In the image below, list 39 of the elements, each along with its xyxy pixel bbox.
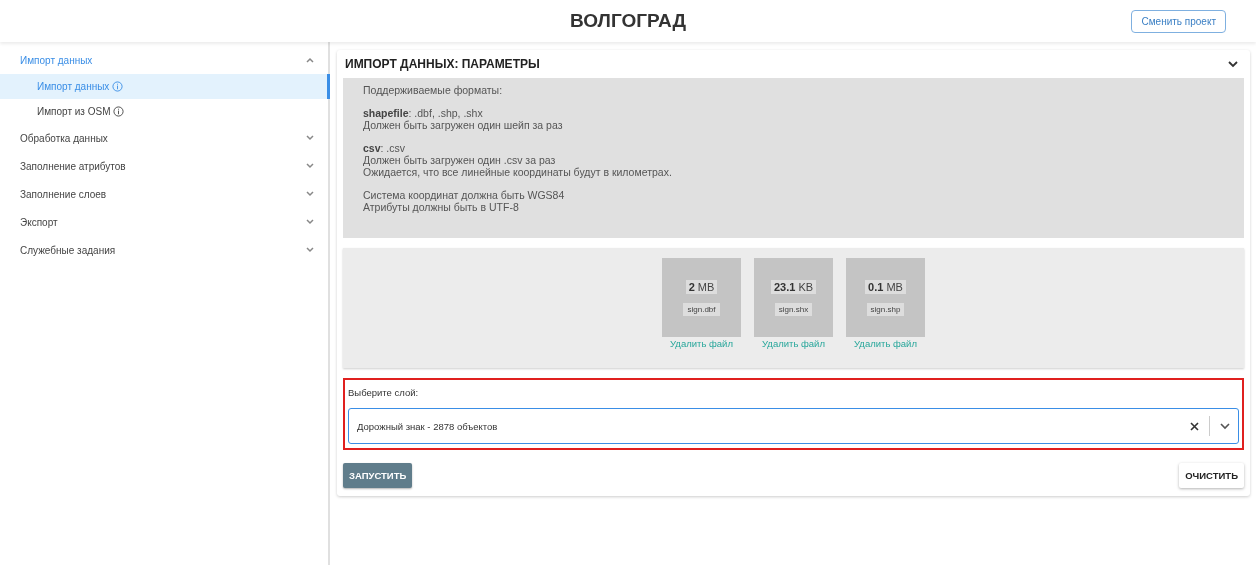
info-icon (112, 81, 124, 92)
chevron-icon (306, 163, 314, 169)
info-icon (113, 106, 125, 117)
run-button[interactable]: ЗАПУСТИТЬ (343, 463, 413, 488)
sidebar-group[interactable]: Импорт данных (0, 46, 328, 74)
info-text: csv: .csv (363, 142, 407, 154)
sidebar-group[interactable]: Обработка данных (0, 124, 328, 152)
file-name: sign.shp (866, 302, 905, 316)
layer-select[interactable]: Дорожный знак - 2878 объектов (348, 408, 1239, 444)
panel-header[interactable]: ИМПОРТ ДАННЫХ: ПАРАМЕТРЫ (343, 50, 1244, 78)
file-size: 2 MB (685, 279, 718, 294)
page-title: ВОЛГОГРАД (570, 10, 686, 32)
clear-button[interactable]: ОЧИСТИТЬ (1179, 463, 1244, 488)
chevron-icon[interactable] (1220, 422, 1230, 430)
file-name: sign.dbf (683, 302, 720, 316)
sidebar-group[interactable]: Заполнение слоев (0, 180, 328, 208)
sidebar-group[interactable]: Заполнение атрибутов (0, 152, 328, 180)
chevron-icon (1228, 60, 1238, 68)
info-text: Атрибуты должны быть в UTF-8 (363, 201, 520, 213)
file-name: sign.shx (774, 302, 813, 316)
sidebar-group[interactable]: Экспорт (0, 208, 328, 236)
info-text: Должен быть загружен один .csv за раз (363, 154, 557, 166)
chevron-icon (306, 247, 314, 253)
info-text: Должен быть загружен один шейп за раз (363, 119, 564, 131)
info-text: Ожидается, что все линейные координаты будут в километрах. (363, 166, 673, 178)
chevron-icon (306, 57, 314, 63)
info-text: Поддерживаемые форматы: (363, 84, 504, 96)
clear-icon[interactable] (1190, 421, 1199, 431)
chevron-icon (306, 219, 314, 225)
field-label: Выберите слой: (348, 387, 420, 398)
chevron-icon (306, 191, 314, 197)
change-project-button[interactable]: Сменить проект (1131, 10, 1226, 33)
chevron-icon (306, 135, 314, 141)
file-size: 0.1 MB (865, 279, 906, 294)
file-size: 23.1 KB (770, 279, 817, 294)
info-text: Система координат должна быть WGS84 (363, 189, 566, 201)
info-text: shapefile: .dbf, .shp, .shx (363, 107, 484, 119)
sidebar-group[interactable]: Служебные задания (0, 236, 328, 264)
sidebar-item[interactable]: Импорт из OSM (0, 99, 328, 124)
